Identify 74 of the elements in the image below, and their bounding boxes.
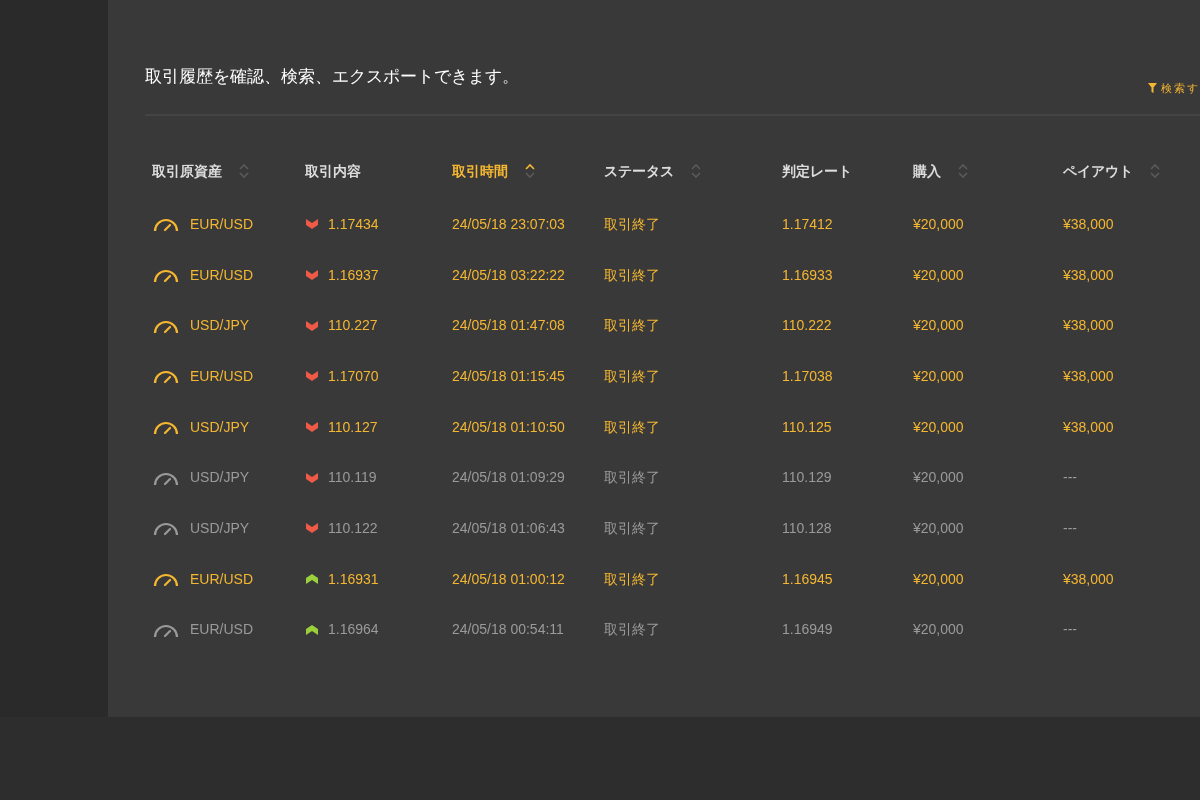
status-cell-text: 取引終了 [604,417,661,437]
payout-cell-text: ¥38,000 [1063,316,1115,336]
payout-cell-text: ¥38,000 [1063,569,1115,589]
column-header[interactable]: 取引内容 [305,160,361,182]
result-rate-cell-text: 110.222 [782,316,833,336]
column-header[interactable]: ステータス [604,160,674,182]
payout-cell-text: --- [1063,620,1078,640]
purchase-cell-text: ¥20,000 [913,265,965,285]
purchase-cell-text: ¥20,000 [913,417,965,437]
sort-icon[interactable] [524,162,536,180]
asset-cell-text: USD/JPY [190,468,250,488]
asset-cell-text: EUR/USD [190,214,253,234]
time-cell-text: 24/05/18 23:07:03 [452,214,566,234]
status-cell-text: 取引終了 [604,265,661,285]
result-rate-cell-text: 1.16949 [782,620,834,640]
status-cell-text: 取引終了 [604,569,661,589]
time-cell-text: 24/05/18 01:00:12 [452,569,566,589]
rate-cell-text: 110.227 [328,316,378,336]
payout-cell-text: --- [1063,468,1078,488]
time-cell-text: 24/05/18 01:10:50 [452,417,566,437]
asset-cell-text: EUR/USD [190,366,253,386]
rate-cell-text: 1.16931 [328,569,379,589]
purchase-cell-text: ¥20,000 [913,316,965,336]
description-text: 取引履歴を確認、検索、エクスポートできます。 [145,66,519,88]
payout-cell-text: ¥38,000 [1063,265,1115,285]
result-rate-cell-text: 1.16933 [782,265,834,285]
rate-cell-text: 110.119 [328,468,377,488]
asset-cell-text: USD/JPY [190,316,250,336]
asset-cell-text: EUR/USD [190,265,253,285]
purchase-cell-text: ¥20,000 [913,468,965,488]
status-cell-text: 取引終了 [604,214,661,234]
search-filter-link[interactable]: 検索す [1148,80,1200,97]
filter-icon [1148,83,1157,94]
purchase-cell-text: ¥20,000 [913,518,965,538]
payout-cell-text: --- [1063,518,1078,538]
rate-cell-text: 1.16937 [328,265,379,285]
purchase-cell-text: ¥20,000 [913,214,965,234]
asset-cell-text: EUR/USD [190,620,253,640]
rate-cell-text: 1.17434 [328,214,379,234]
status-cell-text: 取引終了 [604,366,661,386]
rate-cell-text: 110.127 [328,417,378,437]
column-header[interactable]: ペイアウト [1063,160,1133,182]
time-cell-text: 24/05/18 01:09:29 [452,468,566,488]
status-cell-text: 取引終了 [604,620,661,640]
result-rate-cell-text: 1.17412 [782,214,834,234]
payout-cell-text: ¥38,000 [1063,417,1115,437]
asset-cell-text: USD/JPY [190,417,250,437]
result-rate-cell-text: 1.17038 [782,366,834,386]
rate-cell-text: 1.16964 [328,620,379,640]
status-cell-text: 取引終了 [604,518,661,538]
result-rate-cell-text: 110.128 [782,518,833,538]
status-cell-text: 取引終了 [604,316,661,336]
column-header[interactable]: 取引時間 [452,160,508,182]
payout-cell-text: ¥38,000 [1063,366,1115,386]
payout-cell-text: ¥38,000 [1063,214,1115,234]
time-cell-text: 24/05/18 01:47:08 [452,316,566,336]
result-rate-cell-text: 110.125 [782,417,833,437]
time-cell-text: 24/05/18 01:06:43 [452,518,566,538]
asset-cell-text: USD/JPY [190,518,250,538]
column-header[interactable]: 判定レート [782,160,852,182]
result-rate-cell-text: 110.129 [782,468,833,488]
time-cell-text: 24/05/18 00:54:11 [452,620,565,640]
purchase-cell-text: ¥20,000 [913,620,965,640]
time-cell-text: 24/05/18 01:15:45 [452,366,566,386]
time-cell-text: 24/05/18 03:22:22 [452,265,566,285]
column-header[interactable]: 購入 [913,160,941,182]
column-header[interactable]: 取引原資産 [152,160,222,182]
status-cell-text: 取引終了 [604,468,661,488]
result-rate-cell-text: 1.16945 [782,569,834,589]
purchase-cell-text: ¥20,000 [913,366,965,386]
rate-cell-text: 110.122 [328,518,378,538]
asset-cell-text: EUR/USD [190,569,253,589]
rate-cell-text: 1.17070 [328,366,379,386]
purchase-cell-text: ¥20,000 [913,569,965,589]
